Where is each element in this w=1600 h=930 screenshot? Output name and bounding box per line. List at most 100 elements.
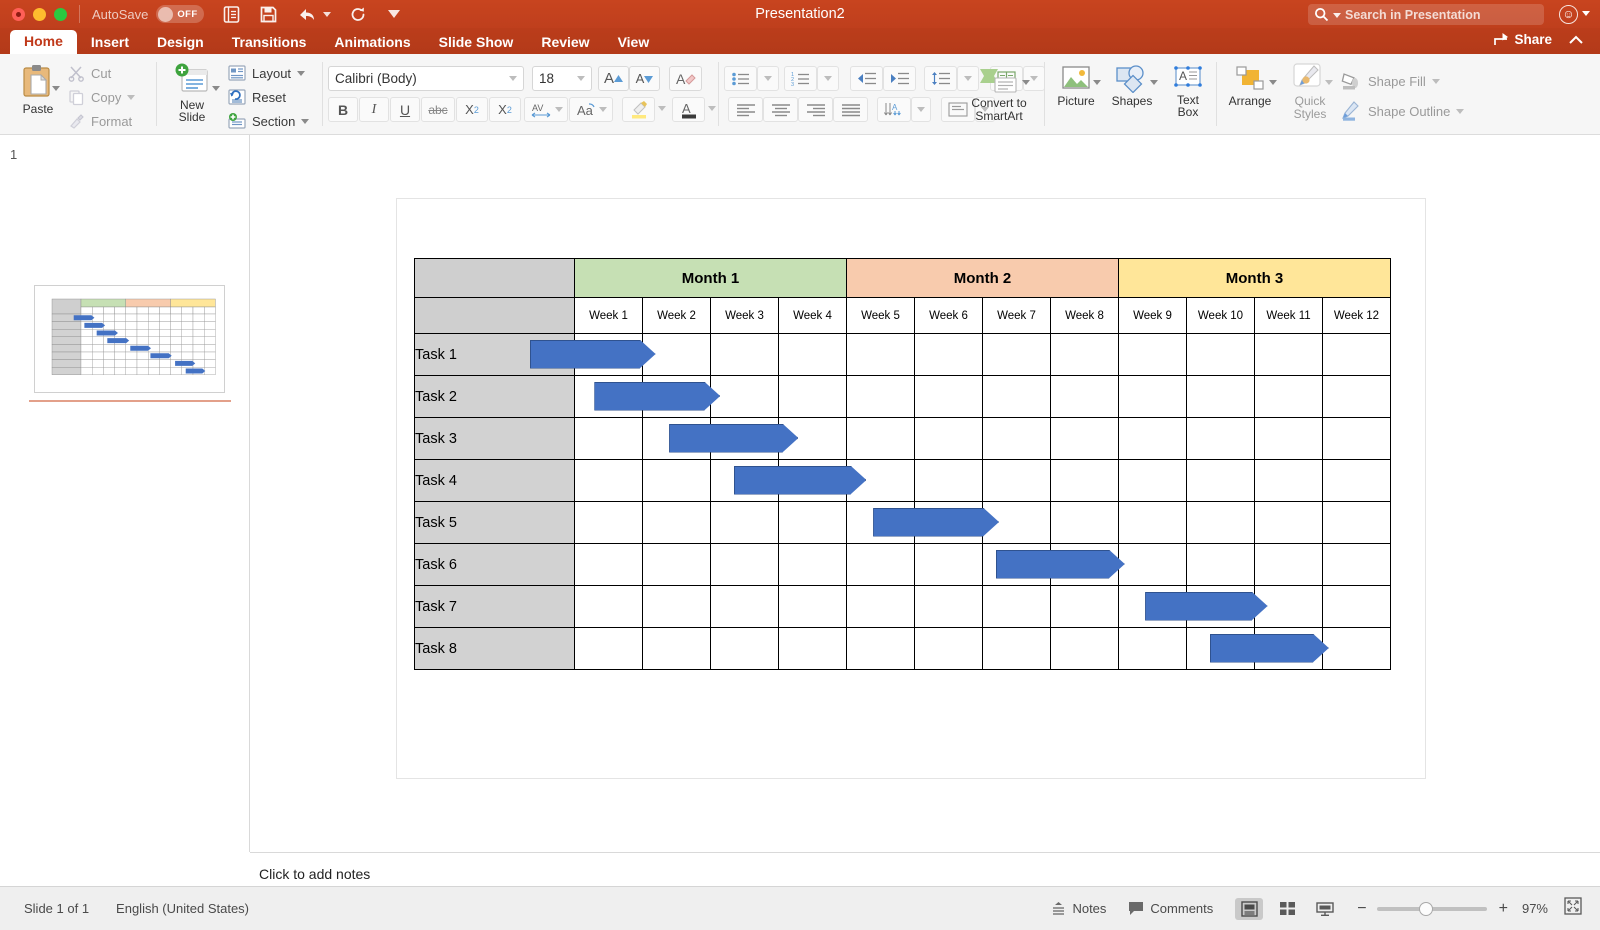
- gantt-cell[interactable]: [1119, 418, 1187, 460]
- gantt-cell[interactable]: [915, 376, 983, 418]
- gantt-cell[interactable]: [1323, 376, 1391, 418]
- gantt-cell[interactable]: [711, 418, 779, 460]
- font-family-select[interactable]: Calibri (Body): [328, 66, 524, 91]
- gantt-cell[interactable]: [779, 586, 847, 628]
- gantt-cell[interactable]: [1187, 376, 1255, 418]
- tab-design[interactable]: Design: [143, 31, 218, 54]
- strikethrough-button[interactable]: abc: [421, 97, 455, 122]
- gantt-cell[interactable]: [847, 544, 915, 586]
- gantt-task-row[interactable]: Task 3: [415, 418, 1391, 460]
- minimize-window-button[interactable]: [33, 8, 46, 21]
- redo-icon[interactable]: [349, 5, 368, 24]
- numbered-list-caret-icon[interactable]: [824, 76, 832, 81]
- gantt-cell[interactable]: [983, 544, 1051, 586]
- gantt-cell[interactable]: [1119, 502, 1187, 544]
- gantt-cell[interactable]: [915, 334, 983, 376]
- gantt-cell[interactable]: [1119, 460, 1187, 502]
- character-spacing-button[interactable]: AV: [524, 97, 568, 122]
- gantt-cell[interactable]: [1255, 376, 1323, 418]
- bullet-list-button[interactable]: [724, 66, 757, 91]
- gantt-cell[interactable]: [847, 376, 915, 418]
- shapes-caret-icon[interactable]: [1150, 80, 1158, 85]
- change-case-button[interactable]: Aa: [569, 97, 613, 122]
- smiley-dropdown-caret-icon[interactable]: [1582, 11, 1590, 16]
- reset-button[interactable]: Reset: [228, 85, 318, 109]
- gantt-cell[interactable]: [983, 418, 1051, 460]
- more-options-icon[interactable]: [386, 6, 402, 22]
- tab-insert[interactable]: Insert: [77, 31, 143, 54]
- shape-fill-caret-icon[interactable]: [1432, 79, 1440, 84]
- gantt-cell[interactable]: [915, 502, 983, 544]
- gantt-cell[interactable]: [575, 376, 643, 418]
- gantt-cell[interactable]: [1323, 334, 1391, 376]
- layout-button[interactable]: Layout: [228, 61, 318, 85]
- clear-formatting-button[interactable]: A: [669, 66, 702, 91]
- gantt-cell[interactable]: [915, 586, 983, 628]
- gantt-cell[interactable]: [1255, 460, 1323, 502]
- shape-fill-button[interactable]: Shape Fill: [1340, 66, 1500, 96]
- ribbon-collapse-chevron-icon[interactable]: [1568, 33, 1584, 50]
- notes-button[interactable]: Notes: [1051, 901, 1106, 916]
- slide-1[interactable]: Month 1Month 2Month 3Week 1Week 2Week 3W…: [397, 199, 1425, 778]
- gantt-cell[interactable]: [1323, 418, 1391, 460]
- gantt-cell[interactable]: [847, 628, 915, 670]
- gantt-cell[interactable]: [847, 460, 915, 502]
- increase-font-size-button[interactable]: A: [598, 66, 629, 91]
- gantt-task-row[interactable]: Task 2: [415, 376, 1391, 418]
- highlight-color-button[interactable]: [622, 97, 655, 122]
- view-normal-button[interactable]: [1235, 898, 1263, 920]
- view-slide-sorter-button[interactable]: [1273, 898, 1301, 920]
- gantt-cell[interactable]: [643, 334, 711, 376]
- gantt-cell[interactable]: [1187, 334, 1255, 376]
- gantt-cell[interactable]: [847, 586, 915, 628]
- text-direction-caret-icon[interactable]: [917, 107, 925, 112]
- gantt-cell[interactable]: [1051, 334, 1119, 376]
- gantt-cell[interactable]: [779, 334, 847, 376]
- tab-slide-show[interactable]: Slide Show: [425, 31, 528, 54]
- gantt-cell[interactable]: [575, 334, 643, 376]
- gantt-cell[interactable]: [643, 418, 711, 460]
- gantt-cell[interactable]: [1255, 418, 1323, 460]
- numbered-list-button[interactable]: 123: [784, 66, 817, 91]
- gantt-cell[interactable]: [643, 586, 711, 628]
- gantt-cell[interactable]: [1051, 628, 1119, 670]
- gantt-task-row[interactable]: Task 4: [415, 460, 1391, 502]
- gantt-cell[interactable]: [1051, 544, 1119, 586]
- gantt-cell[interactable]: [915, 418, 983, 460]
- cut-button[interactable]: Cut: [68, 61, 150, 85]
- gantt-cell[interactable]: [643, 628, 711, 670]
- view-slideshow-button[interactable]: [1311, 898, 1339, 920]
- copy-button[interactable]: Copy: [68, 85, 150, 109]
- tab-animations[interactable]: Animations: [320, 31, 424, 54]
- gantt-cell[interactable]: [1255, 544, 1323, 586]
- gantt-cell[interactable]: [983, 502, 1051, 544]
- shapes-button[interactable]: Shapes: [1106, 65, 1158, 108]
- font-color-caret-icon[interactable]: [708, 106, 716, 111]
- smiley-icon[interactable]: ☺: [1559, 5, 1578, 24]
- bullet-list-dropdown[interactable]: [757, 66, 779, 91]
- share-button[interactable]: Share: [1493, 32, 1552, 47]
- character-spacing-caret-icon[interactable]: [555, 107, 563, 112]
- gantt-cell[interactable]: [847, 418, 915, 460]
- gantt-cell[interactable]: [915, 544, 983, 586]
- zoom-out-button[interactable]: −: [1357, 900, 1366, 918]
- format-painter-button[interactable]: Format: [68, 109, 150, 133]
- gantt-cell[interactable]: [711, 502, 779, 544]
- gantt-cell[interactable]: [779, 502, 847, 544]
- gantt-cell[interactable]: [1051, 376, 1119, 418]
- gantt-cell[interactable]: [1187, 460, 1255, 502]
- window-controls[interactable]: [12, 8, 67, 21]
- new-doc-icon[interactable]: [222, 5, 241, 24]
- tab-home[interactable]: Home: [10, 30, 77, 54]
- gantt-task-row[interactable]: Task 8: [415, 628, 1391, 670]
- gantt-cell[interactable]: [1255, 502, 1323, 544]
- maximize-window-button[interactable]: [54, 8, 67, 21]
- gantt-cell[interactable]: [1051, 502, 1119, 544]
- gantt-task-row[interactable]: Task 1: [415, 334, 1391, 376]
- gantt-cell[interactable]: [711, 628, 779, 670]
- tab-transitions[interactable]: Transitions: [218, 31, 321, 54]
- new-slide-button[interactable]: NewSlide: [162, 63, 222, 123]
- gantt-cell[interactable]: [1323, 460, 1391, 502]
- gantt-cell[interactable]: [575, 628, 643, 670]
- gantt-cell[interactable]: [575, 418, 643, 460]
